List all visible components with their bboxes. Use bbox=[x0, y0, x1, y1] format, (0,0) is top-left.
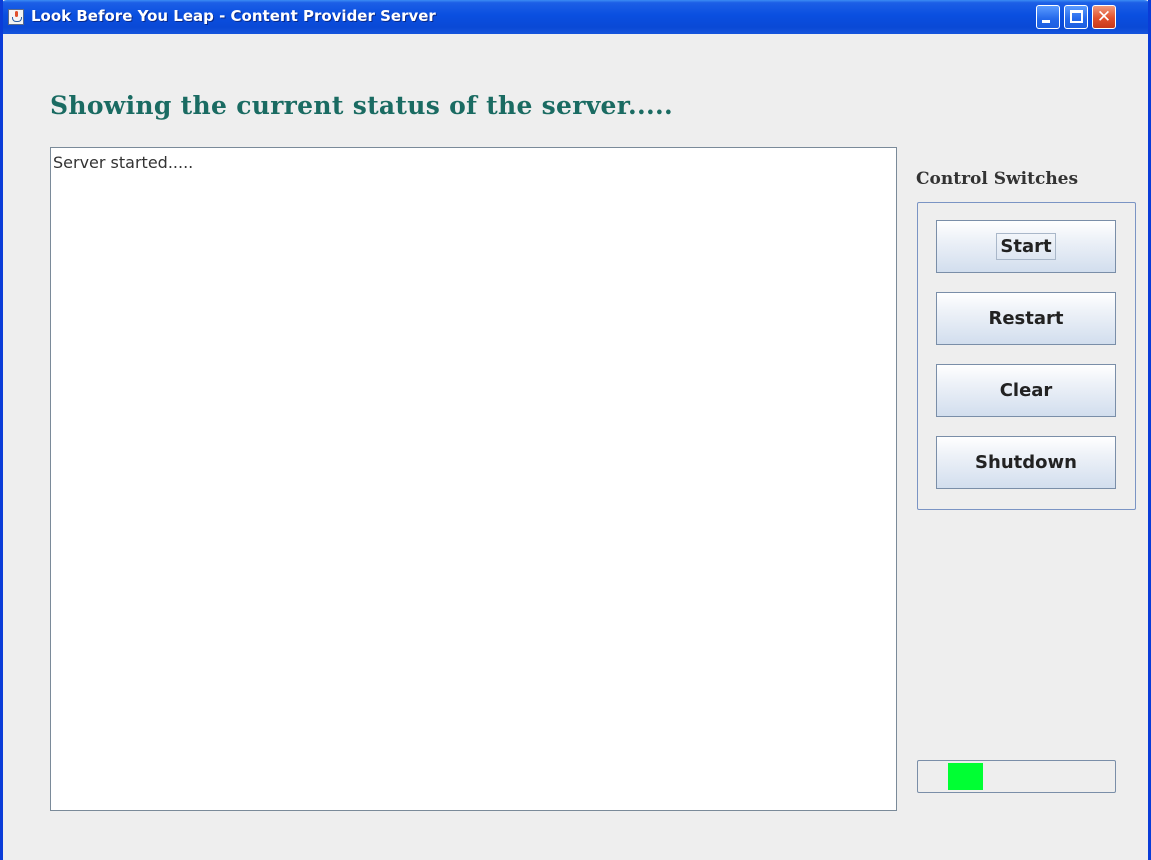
close-icon: ✕ bbox=[1096, 7, 1112, 27]
minimize-button[interactable] bbox=[1036, 5, 1060, 29]
activity-progress-bar bbox=[917, 760, 1116, 793]
maximize-button[interactable] bbox=[1064, 5, 1088, 29]
window-title: Look Before You Leap - Content Provider … bbox=[31, 7, 436, 25]
shutdown-button[interactable]: Shutdown bbox=[936, 436, 1116, 489]
minimize-icon bbox=[1042, 20, 1050, 23]
clear-button[interactable]: Clear bbox=[936, 364, 1116, 417]
server-log-textarea[interactable]: Server started..... bbox=[50, 147, 897, 811]
close-button[interactable]: ✕ bbox=[1092, 5, 1116, 29]
maximize-icon bbox=[1070, 10, 1083, 23]
restart-button-label: Restart bbox=[988, 308, 1064, 329]
clear-button-label: Clear bbox=[999, 380, 1053, 401]
control-switches-panel: Start Restart Clear Shutdown bbox=[917, 202, 1136, 510]
shutdown-button-label: Shutdown bbox=[975, 452, 1077, 473]
start-button-label: Start bbox=[996, 233, 1056, 260]
control-switches-label: Control Switches bbox=[916, 169, 1079, 189]
restart-button[interactable]: Restart bbox=[936, 292, 1116, 345]
page-title: Showing the current status of the server… bbox=[50, 91, 673, 120]
app-window: Look Before You Leap - Content Provider … bbox=[0, 0, 1151, 860]
java-cup-icon[interactable] bbox=[8, 9, 24, 25]
progress-indicator-segment bbox=[948, 763, 983, 790]
title-bar[interactable]: Look Before You Leap - Content Provider … bbox=[3, 0, 1148, 34]
start-button[interactable]: Start bbox=[936, 220, 1116, 273]
